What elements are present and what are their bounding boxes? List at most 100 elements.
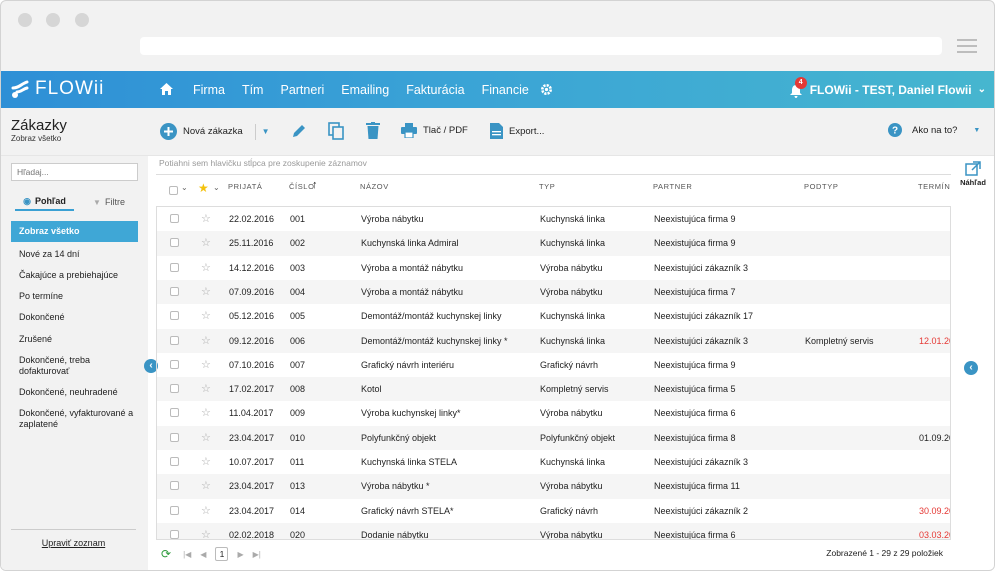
sidebar-item-completed[interactable]: Dokončené xyxy=(11,312,138,323)
sidebar-item-invoiced-paid[interactable]: Dokončené, vyfakturované a zaplatené xyxy=(11,408,138,430)
nav-item-fakturacia[interactable]: Fakturácia xyxy=(406,83,464,97)
last-page-icon[interactable]: ▶| xyxy=(253,550,261,559)
nav-item-firma[interactable]: Firma xyxy=(193,83,225,97)
star-icon[interactable]: ☆ xyxy=(201,450,211,474)
window-dot-minimize[interactable] xyxy=(46,13,60,27)
table-row[interactable]: ☆ 02.02.2018 020 Dodanie nábytku Výroba náby… xyxy=(157,522,950,539)
window-dot-close[interactable] xyxy=(18,13,32,27)
tab-filters[interactable]: ▼ Filtre xyxy=(79,193,139,211)
nav-item-partneri[interactable]: Partneri xyxy=(280,83,324,97)
prev-page-icon[interactable]: ◀ xyxy=(200,550,206,559)
star-icon[interactable]: ☆ xyxy=(201,353,211,377)
star-icon[interactable]: ☆ xyxy=(201,280,211,304)
print-pdf-button[interactable]: Tlač / PDF xyxy=(401,123,468,138)
table-row[interactable]: ☆ 11.04.2017 009 Výroba kuchynskej linky* Vý… xyxy=(157,401,950,425)
row-checkbox[interactable] xyxy=(170,457,179,466)
row-checkbox[interactable] xyxy=(170,432,179,442)
first-page-icon[interactable]: |◀ xyxy=(183,550,191,559)
table-row[interactable]: ☆ 10.07.2017 011 Kuchynská linka STELA Kuchy… xyxy=(157,450,950,474)
sidebar-item-to-invoice[interactable]: Dokončené, treba dofakturovať xyxy=(11,355,138,377)
star-dropdown-icon[interactable]: ⌄ xyxy=(213,183,220,192)
star-icon[interactable]: ☆ xyxy=(201,256,211,280)
copy-icon[interactable] xyxy=(328,122,344,140)
nav-item-tim[interactable]: Tím xyxy=(242,83,264,97)
star-icon[interactable]: ☆ xyxy=(201,426,211,450)
expand-preview-icon[interactable]: ‹ xyxy=(964,361,978,375)
edit-list-link[interactable]: Upraviť zoznam xyxy=(11,529,136,548)
column-header-podtyp[interactable]: PODTYP xyxy=(804,182,838,191)
sidebar-search-input[interactable] xyxy=(11,163,138,181)
row-checkbox[interactable] xyxy=(170,311,179,321)
nav-item-emailing[interactable]: Emailing xyxy=(341,83,389,97)
logo[interactable]: FLOWii xyxy=(11,78,104,100)
column-header-typ[interactable]: TYP xyxy=(539,182,555,191)
row-checkbox[interactable] xyxy=(170,529,179,539)
star-icon[interactable]: ☆ xyxy=(201,304,211,328)
row-checkbox[interactable] xyxy=(170,214,179,223)
row-checkbox[interactable] xyxy=(170,238,179,248)
column-header-nazov[interactable]: NÁZOV xyxy=(360,182,389,191)
page-toolbar: Zákazky Zobraz všetko Nová zákazka ▼ Tla… xyxy=(1,108,994,156)
select-all-checkbox[interactable] xyxy=(169,186,178,195)
table-row[interactable]: ☆ 23.04.2017 010 Polyfunkčný objekt Polyfunk… xyxy=(157,425,950,450)
row-checkbox[interactable] xyxy=(170,505,179,515)
help-button[interactable]: ? Ako na to? ▼ xyxy=(888,123,980,137)
star-icon[interactable]: ☆ xyxy=(201,329,211,353)
star-icon[interactable]: ☆ xyxy=(201,499,211,523)
table-row[interactable]: ☆ 07.09.2016 004 Výroba a montáž nábytku Výr… xyxy=(157,279,950,305)
sidebar-item-unpaid[interactable]: Dokončené, neuhradené xyxy=(11,387,138,398)
tab-view[interactable]: ◉ Pohľad xyxy=(15,193,74,211)
refresh-icon[interactable]: ⟳ xyxy=(161,547,171,561)
table-row[interactable]: ☆ 07.10.2016 007 Grafický návrh interiéru Gr… xyxy=(157,353,950,377)
row-checkbox[interactable] xyxy=(170,335,179,345)
row-checkbox[interactable] xyxy=(170,286,179,296)
export-button[interactable]: Export... xyxy=(490,123,544,139)
table-row[interactable]: ☆ 25.11.2016 002 Kuchynská linka Admiral Kuc… xyxy=(157,231,950,256)
user-menu[interactable]: 4 FLOWii - TEST, Daniel Flowii ⌄ xyxy=(789,71,986,108)
star-icon[interactable]: ☆ xyxy=(201,207,211,231)
row-checkbox[interactable] xyxy=(170,481,179,491)
table-row[interactable]: ☆ 23.04.2017 013 Výroba nábytku * Výroba náb… xyxy=(157,474,950,499)
current-page[interactable]: 1 xyxy=(215,547,229,561)
star-icon[interactable]: ☆ xyxy=(201,377,211,401)
sidebar-item-overdue[interactable]: Po termíne xyxy=(11,291,138,302)
row-checkbox[interactable] xyxy=(170,359,179,369)
table-row[interactable]: ☆ 09.12.2016 006 Demontáž/montáž kuchynskej… xyxy=(157,328,950,353)
gear-icon[interactable] xyxy=(540,83,553,96)
star-icon[interactable]: ☆ xyxy=(201,474,211,498)
next-page-icon[interactable]: ▶ xyxy=(237,550,243,559)
bell-icon[interactable]: 4 xyxy=(789,76,807,98)
row-checkbox[interactable] xyxy=(170,262,179,272)
sidebar-item-cancelled[interactable]: Zrušené xyxy=(11,334,138,345)
star-icon[interactable]: ☆ xyxy=(201,523,211,539)
table-row[interactable]: ☆ 17.02.2017 008 Kotol Kompletný servis Neexi… xyxy=(157,377,950,402)
window-dot-maximize[interactable] xyxy=(75,13,89,27)
trash-icon[interactable] xyxy=(366,122,380,139)
table-row[interactable]: ☆ 22.02.2016 001 Výroba nábytku Kuchynská li… xyxy=(157,207,950,231)
group-drop-hint[interactable]: Potiahni sem hlavičku stĺpca pre zoskupe… xyxy=(159,156,367,174)
new-order-button[interactable]: Nová zákazka ▼ xyxy=(160,123,270,140)
select-dropdown-icon[interactable]: ⌄ xyxy=(181,183,188,192)
new-order-dropdown-icon[interactable]: ▼ xyxy=(262,127,270,136)
nav-item-financie[interactable]: Financie xyxy=(482,83,529,97)
sidebar-item-all[interactable]: Zobraz všetko xyxy=(11,221,138,242)
table-row[interactable]: ☆ 05.12.2016 005 Demontáž/montáž kuchynskej… xyxy=(157,304,950,328)
sidebar-item-pending[interactable]: Čakajúce a prebiehajúce xyxy=(11,270,138,281)
row-checkbox[interactable] xyxy=(170,384,179,394)
sidebar-item-new-14-days[interactable]: Nové za 14 dní xyxy=(11,249,138,260)
star-filter-icon[interactable]: ★ xyxy=(198,181,209,195)
column-header-termin[interactable]: TERMÍN xyxy=(918,182,951,191)
table-row[interactable]: ☆ 23.04.2017 014 Grafický návrh STELA* Grafi… xyxy=(157,499,950,523)
column-header-partner[interactable]: PARTNER xyxy=(653,182,692,191)
star-icon[interactable]: ☆ xyxy=(201,231,211,255)
column-header-cislo[interactable]: ČÍSLO xyxy=(289,182,315,191)
star-icon[interactable]: ☆ xyxy=(201,401,211,425)
home-icon[interactable] xyxy=(160,83,173,95)
table-row[interactable]: ☆ 14.12.2016 003 Výroba a montáž nábytku Výr… xyxy=(157,256,950,280)
preview-button[interactable]: Náhľad xyxy=(956,161,990,187)
address-bar[interactable] xyxy=(140,37,942,55)
column-header-prijata[interactable]: PRIJATÁ xyxy=(228,182,262,191)
browser-menu-icon[interactable] xyxy=(957,39,977,53)
row-checkbox[interactable] xyxy=(170,408,179,418)
edit-pencil-icon[interactable] xyxy=(291,123,307,139)
